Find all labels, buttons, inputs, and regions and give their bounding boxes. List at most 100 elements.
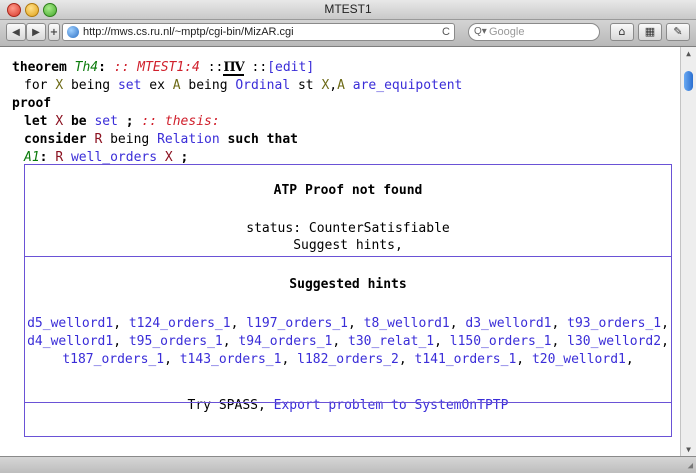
search-input[interactable]: Q▾ Google: [468, 23, 600, 41]
address-bar[interactable]: http://mws.cs.ru.nl/~mptp/cgi-bin/MizAR.…: [62, 23, 455, 41]
variable-link[interactable]: X: [165, 150, 173, 165]
grid-icon: ▦: [644, 25, 656, 38]
hint-separator: ,: [332, 334, 348, 349]
vertical-scrollbar[interactable]: ▲ ▼: [680, 47, 696, 456]
consider-line: consider R being Relation such that: [24, 131, 298, 149]
statement-text: for: [24, 78, 56, 93]
mizar-logo-icon[interactable]: ΠV: [223, 61, 245, 76]
hint-separator: ,: [348, 316, 364, 331]
hint-link[interactable]: d3_wellord1: [465, 316, 551, 331]
hint-separator: ,: [516, 352, 532, 367]
status-bar: ◢: [0, 456, 696, 473]
theorem-statement: for X being set ex A being Ordinal st X,…: [24, 77, 462, 95]
hint-link[interactable]: t95_orders_1: [129, 334, 223, 349]
hint-link[interactable]: t30_relat_1: [348, 334, 434, 349]
thesis-link[interactable]: :: thesis:: [141, 114, 219, 129]
let-keyword: let: [24, 114, 48, 129]
hint-separator: ,: [113, 316, 129, 331]
semicolon: ;: [180, 150, 189, 165]
hint-separator: ,: [164, 352, 180, 367]
mode-link[interactable]: Relation: [157, 132, 220, 147]
theorem-reference: :: MTEST1:4: [113, 60, 200, 75]
edit-button[interactable]: ✎: [666, 23, 690, 41]
hint-link[interactable]: t143_orders_1: [180, 352, 282, 367]
hints-title: Suggested hints: [289, 277, 407, 292]
predicate-link[interactable]: well_orders: [71, 150, 157, 165]
variable-link[interactable]: A: [173, 78, 181, 93]
variable-link[interactable]: X: [55, 114, 63, 129]
atp-status: status: CounterSatisfiable: [246, 221, 450, 236]
theorem-keyword: theorem: [12, 60, 67, 75]
scroll-thumb[interactable]: [684, 71, 693, 91]
scroll-up-icon[interactable]: ▲: [681, 49, 696, 58]
hint-link[interactable]: d5_wellord1: [27, 316, 113, 331]
variable-link[interactable]: R: [55, 150, 63, 165]
edit-link[interactable]: [edit]: [267, 60, 314, 75]
scroll-down-icon[interactable]: ▼: [681, 445, 696, 454]
statement-text: ex: [141, 78, 173, 93]
predicate-link[interactable]: are_equipotent: [353, 78, 463, 93]
search-icon: Q▾: [474, 26, 487, 37]
suggested-hints-box: Suggested hints d5_wellord1, t124_orders…: [24, 256, 672, 403]
hint-link[interactable]: t187_orders_1: [62, 352, 164, 367]
hint-separator: ,: [281, 352, 298, 367]
hint-separator: ,: [113, 334, 129, 349]
atp-title: ATP Proof not found: [273, 183, 423, 198]
hint-separator: ,: [661, 316, 669, 331]
hint-link[interactable]: l30_wellord2: [567, 334, 661, 349]
mode-link[interactable]: Ordinal: [235, 78, 290, 93]
statement-text: being: [63, 78, 118, 93]
hint-link[interactable]: l182_orders_2: [297, 352, 399, 367]
globe-icon: [67, 26, 79, 38]
consider-keyword: consider: [24, 132, 87, 147]
statement-text: st: [290, 78, 322, 93]
add-bookmark-button[interactable]: +: [48, 23, 60, 41]
hint-separator: ,: [449, 316, 466, 331]
hint-separator: ,: [661, 334, 669, 349]
suggest-hints-link[interactable]: Suggest hints,: [25, 237, 671, 255]
forward-button[interactable]: ▶: [26, 23, 46, 41]
separator: ::: [251, 60, 268, 75]
hint-link[interactable]: t94_orders_1: [238, 334, 332, 349]
url-text: http://mws.cs.ru.nl/~mptp/cgi-bin/MizAR.…: [83, 26, 294, 38]
hint-link[interactable]: t93_orders_1: [567, 316, 661, 331]
hint-separator: ,: [230, 316, 247, 331]
hint-link[interactable]: d4_wellord1: [27, 334, 113, 349]
variable-link[interactable]: X: [55, 78, 63, 93]
reload-icon[interactable]: C: [442, 24, 450, 40]
separator: ::: [207, 60, 224, 75]
such-that-keyword: such that: [227, 132, 298, 147]
statement-text: ,: [329, 78, 338, 93]
mode-link[interactable]: set: [94, 114, 117, 129]
hint-link[interactable]: l197_orders_1: [246, 316, 348, 331]
home-button[interactable]: ⌂: [610, 23, 634, 41]
variable-link[interactable]: R: [94, 132, 102, 147]
back-button[interactable]: ◀: [6, 23, 26, 41]
title-bar: MTEST1: [0, 0, 696, 20]
pencil-icon: ✎: [673, 25, 683, 38]
browser-toolbar: ◀ ▶ + http://mws.cs.ru.nl/~mptp/cgi-bin/…: [0, 20, 696, 47]
variable-link[interactable]: A: [337, 78, 345, 93]
hint-separator: ,: [222, 334, 239, 349]
hint-link[interactable]: t124_orders_1: [129, 316, 231, 331]
home-icon: ⌂: [618, 25, 626, 38]
hint-link[interactable]: t20_wellord1: [532, 352, 626, 367]
mode-link[interactable]: set: [118, 78, 141, 93]
forward-arrow-icon: ▶: [32, 27, 40, 38]
search-placeholder: Google: [489, 26, 525, 38]
back-arrow-icon: ◀: [12, 27, 20, 38]
proof-keyword: proof: [12, 96, 52, 111]
theorem-line: theorem Th4: :: MTEST1:4 ::ΠV ::[edit]: [12, 59, 314, 77]
statement-text: being: [180, 78, 236, 93]
hint-separator: ,: [551, 316, 568, 331]
let-line: let X be set ; :: thesis:: [24, 113, 220, 131]
hint-link[interactable]: l150_orders_1: [450, 334, 552, 349]
hint-separator: ,: [625, 352, 634, 367]
window-title: MTEST1: [324, 2, 372, 16]
resize-grip-icon[interactable]: ◢: [688, 461, 693, 471]
statement-text: [345, 78, 353, 93]
hint-separator: ,: [398, 352, 415, 367]
hint-link[interactable]: t141_orders_1: [415, 352, 517, 367]
hint-link[interactable]: t8_wellord1: [364, 316, 450, 331]
bookmarks-grid-button[interactable]: ▦: [638, 23, 662, 41]
